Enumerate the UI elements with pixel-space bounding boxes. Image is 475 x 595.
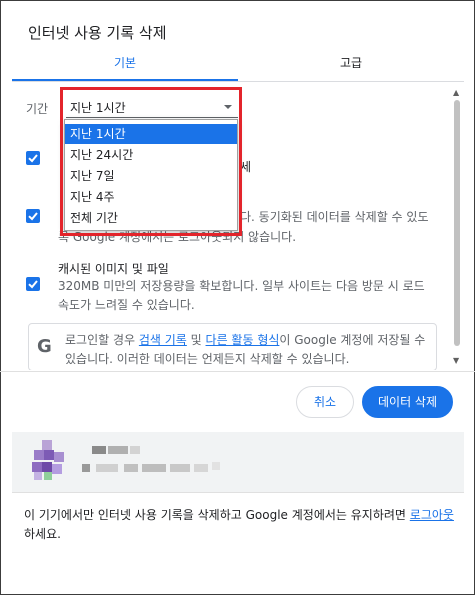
notice-text: 로그인할 경우 검색 기록 및 다른 활동 형식이 Google 계정에 저장될… [65, 331, 435, 369]
checkmark-icon [28, 154, 38, 163]
notice-text-1: 로그인할 경우 [65, 333, 139, 347]
blurred-name [92, 446, 106, 454]
blurred-email [142, 464, 166, 472]
cache-checkbox[interactable] [26, 277, 40, 291]
tab-advanced[interactable]: 고급 [238, 50, 464, 81]
cache-title: 캐시된 이미지 및 파일 [58, 262, 169, 276]
scrollbar-thumb[interactable] [454, 100, 460, 346]
blurred-email [212, 462, 220, 470]
notice-text-2: 및 [186, 333, 206, 347]
cookies-desc-partial-1: 다. 동기화된 데이터를 삭제할 수 있도 [240, 210, 429, 224]
red-highlight-box [60, 87, 242, 236]
blurred-email [194, 464, 208, 472]
cookies-checkbox[interactable] [26, 209, 40, 223]
time-range-label: 기간 [26, 102, 49, 116]
blurred-email [170, 464, 190, 472]
search-history-link[interactable]: 검색 기록 [139, 333, 187, 347]
blurred-email [124, 464, 138, 472]
tab-bar: 기본 고급 [12, 50, 464, 82]
footer-text: 이 기기에서만 인터넷 사용 기록을 삭제하고 Google 계정에서는 유지하… [24, 506, 454, 544]
dialog-title: 인터넷 사용 기록 삭제 [28, 24, 167, 42]
divider [12, 492, 464, 493]
history-checkbox[interactable] [26, 151, 40, 165]
google-account-notice: G 로그인할 경우 검색 기록 및 다른 활동 형식이 Google 계정에 저… [28, 323, 437, 370]
checkmark-icon [28, 212, 38, 221]
scroll-down-arrow-icon[interactable]: ▼ [453, 356, 459, 365]
logout-link[interactable]: 로그아웃 [410, 508, 454, 522]
footer-text-body: 이 기기에서만 인터넷 사용 기록을 삭제하고 Google 계정에서는 유지하… [24, 508, 410, 522]
scroll-up-arrow-icon[interactable]: ▲ [453, 88, 459, 97]
tab-basic[interactable]: 기본 [12, 50, 238, 81]
checkmark-icon [28, 280, 38, 289]
blurred-email [96, 464, 118, 472]
footer-text-suffix: 하세요. [24, 527, 61, 541]
other-activity-link[interactable]: 다른 활동 형식 [206, 333, 280, 347]
divider [0, 371, 475, 372]
blurred-name [108, 446, 128, 454]
avatar [30, 440, 70, 480]
delete-data-button[interactable]: 데이터 삭제 [362, 386, 453, 418]
scrollbar[interactable]: ▲ ▼ [452, 88, 462, 368]
account-info-blurred [12, 432, 464, 492]
cancel-button[interactable]: 취소 [296, 386, 354, 418]
blurred-name [130, 446, 140, 454]
google-icon: G [37, 336, 52, 357]
blurred-email [82, 464, 90, 472]
cache-desc: 320MB 미만의 저장용량을 확보합니다. 일부 사이트는 다음 방문 시 로… [58, 279, 425, 312]
